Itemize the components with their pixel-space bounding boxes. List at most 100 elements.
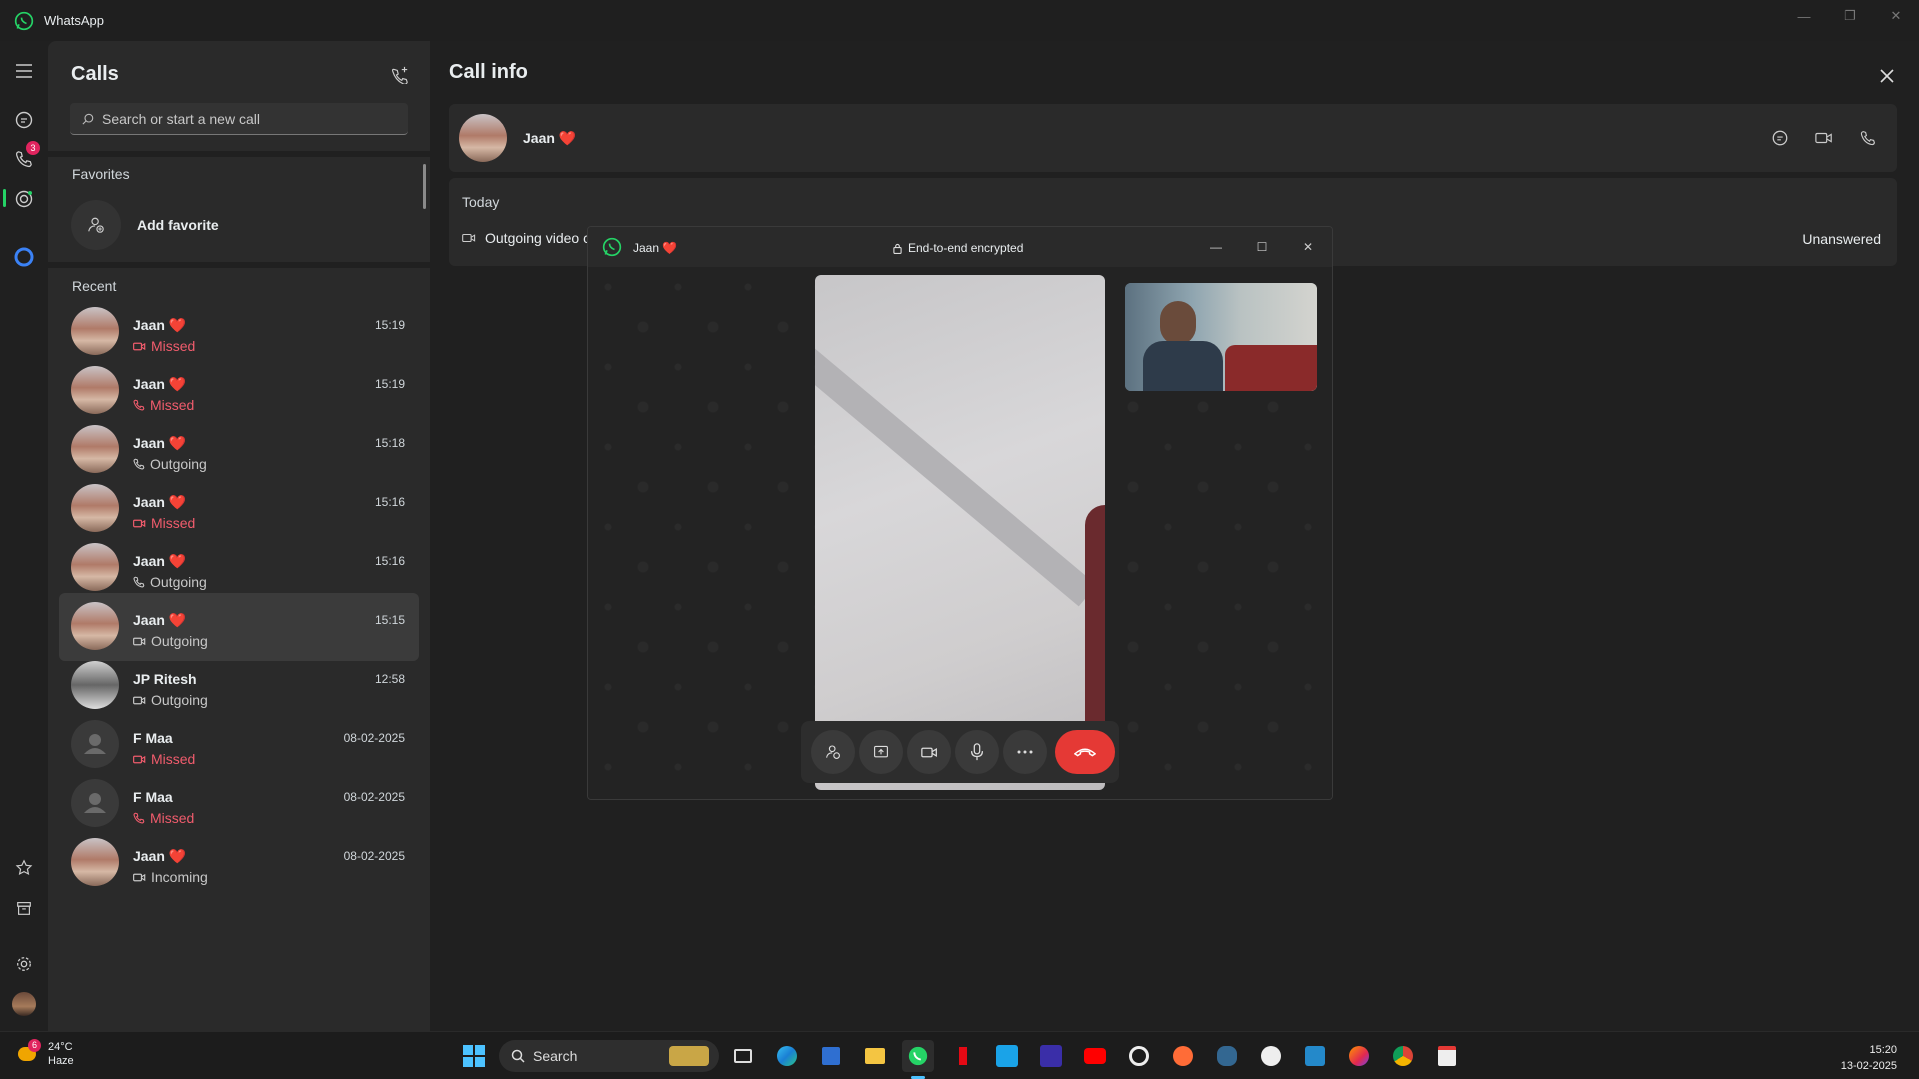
- netflix-button[interactable]: [947, 1040, 979, 1072]
- weather-icon: 6: [14, 1039, 41, 1067]
- avatar: [71, 366, 119, 414]
- message-button[interactable]: [1766, 124, 1794, 152]
- restore-button[interactable]: ❐: [1827, 0, 1873, 32]
- calls-title: Calls: [71, 63, 119, 85]
- meta-ai-icon: [14, 247, 34, 267]
- new-call-button[interactable]: [386, 61, 414, 89]
- call-entry: Outgoing video call: [462, 230, 604, 246]
- search-icon: [82, 113, 94, 125]
- caller-name: Jaan ❤️: [133, 317, 187, 333]
- active-indicator: [3, 189, 6, 207]
- snipping-tool-button[interactable]: [1431, 1040, 1463, 1072]
- end-call-button[interactable]: [1055, 730, 1115, 774]
- video-call-window: Jaan ❤️ End-to-end encrypted — ☐ ✕: [587, 226, 1333, 800]
- settings-nav-button[interactable]: [8, 948, 40, 980]
- prime-video-button[interactable]: [991, 1040, 1023, 1072]
- edge-button[interactable]: [771, 1040, 803, 1072]
- close-call-info-button[interactable]: [1872, 61, 1902, 91]
- avatar: [71, 307, 119, 355]
- today-label: Today: [462, 194, 500, 210]
- close-window-button[interactable]: ✕: [1873, 0, 1919, 32]
- youtube-button[interactable]: [1079, 1040, 1111, 1072]
- task-view-button[interactable]: [727, 1040, 759, 1072]
- github-button[interactable]: [1123, 1040, 1155, 1072]
- mongodb-button[interactable]: [1255, 1040, 1287, 1072]
- call-list-item[interactable]: Jaan ❤️ Missed 15:19: [59, 357, 419, 425]
- system-clock[interactable]: 15:20 13-02-2025: [1841, 1042, 1897, 1074]
- voice-call-button[interactable]: [1854, 124, 1882, 152]
- toggle-mic-button[interactable]: [955, 730, 999, 774]
- call-maximize-button[interactable]: ☐: [1250, 235, 1274, 259]
- vscode-button[interactable]: [1299, 1040, 1331, 1072]
- edge-icon: [777, 1046, 797, 1066]
- call-list-item[interactable]: Jaan ❤️ Outgoing 15:18: [59, 416, 419, 484]
- taskbar-search[interactable]: Search: [499, 1040, 719, 1072]
- postman-button[interactable]: [1167, 1040, 1199, 1072]
- archived-nav-button[interactable]: [8, 892, 40, 924]
- add-person-icon: [826, 745, 840, 759]
- close-icon: [1880, 69, 1894, 83]
- mongodb-icon: [1261, 1046, 1281, 1066]
- minimize-button[interactable]: —: [1781, 0, 1827, 32]
- call-list-item[interactable]: F Maa Missed 08-02-2025: [59, 770, 419, 838]
- profile-button[interactable]: [8, 988, 40, 1020]
- call-list-item[interactable]: Jaan ❤️ Outgoing 15:15: [59, 593, 419, 661]
- calls-nav-button[interactable]: 3: [8, 141, 40, 175]
- call-list-item[interactable]: F Maa Missed 08-02-2025: [59, 711, 419, 779]
- phone-icon: [133, 576, 145, 588]
- call-status: Missed: [133, 397, 194, 413]
- share-screen-button[interactable]: [859, 730, 903, 774]
- call-time: 15:19: [374, 377, 405, 391]
- video-call-button[interactable]: [1810, 124, 1838, 152]
- menu-button[interactable]: [8, 55, 40, 87]
- call-status-label: Missed: [151, 751, 196, 767]
- store-button[interactable]: [815, 1040, 847, 1072]
- call-close-button[interactable]: ✕: [1296, 235, 1320, 259]
- call-minimize-button[interactable]: —: [1204, 235, 1228, 259]
- call-list-item[interactable]: JP Ritesh Outgoing 12:58: [59, 652, 419, 720]
- add-participant-button[interactable]: [811, 730, 855, 774]
- postgres-button[interactable]: [1211, 1040, 1243, 1072]
- youtube-icon: [1084, 1048, 1106, 1064]
- clock-date: 13-02-2025: [1840, 1060, 1897, 1072]
- scrollbar[interactable]: [423, 164, 426, 209]
- search-box[interactable]: [70, 103, 408, 135]
- call-result: Unanswered: [1802, 231, 1881, 247]
- call-status-label: Missed: [150, 810, 195, 826]
- whatsapp-taskbar-button[interactable]: [902, 1040, 934, 1072]
- caller-name: Jaan ❤️: [133, 612, 187, 628]
- chats-nav-button[interactable]: [8, 104, 40, 136]
- call-list-item[interactable]: Jaan ❤️ Missed 15:19: [59, 298, 419, 366]
- archive-icon: [17, 902, 31, 915]
- call-status: Missed: [133, 515, 195, 531]
- call-contact-name: Jaan ❤️: [633, 241, 678, 255]
- file-explorer-button[interactable]: [859, 1040, 891, 1072]
- whatsapp-logo-icon: [14, 11, 34, 30]
- call-list-item[interactable]: Jaan ❤️ Incoming 08-02-2025: [59, 829, 419, 897]
- call-status-label: Missed: [151, 338, 196, 354]
- call-time: 15:16: [374, 495, 405, 509]
- encryption-label: End-to-end encrypted: [908, 241, 1024, 255]
- avatar: [71, 720, 119, 768]
- call-list-item[interactable]: Jaan ❤️ Outgoing 15:16: [59, 534, 419, 602]
- call-status: Missed: [133, 810, 194, 826]
- netflix-icon: [959, 1047, 967, 1065]
- add-favorite-button[interactable]: Add favorite: [71, 200, 219, 250]
- call-status-label: Outgoing: [151, 692, 208, 708]
- meta-ai-nav-button[interactable]: [8, 241, 40, 273]
- more-options-button[interactable]: [1003, 730, 1047, 774]
- call-list-item[interactable]: Jaan ❤️ Missed 15:16: [59, 475, 419, 543]
- weather-temp: 24°C: [48, 1041, 73, 1053]
- weather-widget[interactable]: 6 24°C Haze: [14, 1039, 74, 1068]
- search-input[interactable]: [102, 110, 392, 127]
- chrome-button[interactable]: [1387, 1040, 1419, 1072]
- missed-calls-badge: 3: [26, 141, 40, 155]
- status-nav-button[interactable]: [8, 183, 40, 215]
- whatsapp-logo-icon: [602, 237, 622, 257]
- firefox-button[interactable]: [1343, 1040, 1375, 1072]
- caller-name: Jaan ❤️: [133, 494, 187, 510]
- amazon-music-button[interactable]: [1035, 1040, 1067, 1072]
- toggle-video-button[interactable]: [907, 730, 951, 774]
- starred-nav-button[interactable]: [8, 852, 40, 884]
- start-button[interactable]: [458, 1040, 490, 1072]
